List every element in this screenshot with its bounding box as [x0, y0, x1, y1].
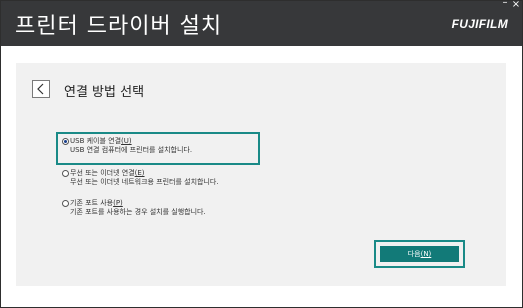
wireless-option-description: 무선 또는 이더넷 네트워크용 프린터를 설치합니다. [70, 178, 219, 186]
window-title: 프린터 드라이버 설치 [15, 14, 223, 39]
option-wireless-ethernet[interactable]: 무선 또는 이더넷 연결(E) 무선 또는 이더넷 네트워크용 프린터를 설치합… [60, 169, 254, 187]
chevron-left-icon [37, 83, 44, 95]
port-radio-button[interactable] [62, 200, 69, 207]
next-button-shortcut: (N) [420, 250, 432, 258]
usb-option-description: USB 연결 컴퓨터에 프린터를 설치합니다. [70, 146, 193, 154]
option-usb-label-line[interactable]: USB 케이블 연결(U) [58, 137, 258, 146]
back-button[interactable] [32, 80, 50, 98]
option-wireless-label-line[interactable]: 무선 또는 이더넷 연결(E) [60, 169, 254, 178]
wireless-radio-button[interactable] [62, 170, 69, 177]
installer-window: 프린터 드라이버 설치 FUJIFILM – × 연결 방법 선택 USB 케이… [0, 0, 523, 308]
title-bar: 프린터 드라이버 설치 FUJIFILM – × [1, 1, 522, 46]
wireless-option-label: 무선 또는 이더넷 연결 [70, 169, 135, 177]
option-port-label-line[interactable]: 기존 포트 사용(P) [60, 199, 254, 208]
usb-option-shortcut: (U) [121, 137, 132, 145]
content-panel: 연결 방법 선택 USB 케이블 연결(U) USB 연결 컴퓨터에 프린터를 … [16, 63, 506, 286]
fujifilm-logo: FUJIFILM [451, 17, 508, 31]
port-option-shortcut: (P) [113, 199, 123, 207]
wireless-option-shortcut: (E) [134, 169, 145, 177]
port-option-label: 기존 포트 사용 [70, 199, 114, 207]
port-option-description: 기존 포트를 사용하는 경우 설치를 실행합니다. [70, 208, 206, 216]
minimize-button[interactable]: – [500, 1, 510, 8]
usb-radio-button[interactable] [62, 138, 69, 145]
next-button-label: 다음 [407, 250, 421, 258]
next-button[interactable]: 다음(N) [380, 246, 459, 262]
option-existing-port[interactable]: 기존 포트 사용(P) 기존 포트를 사용하는 경우 설치를 실행합니다. [60, 199, 254, 217]
option-usb-connection[interactable]: USB 케이블 연결(U) USB 연결 컴퓨터에 프린터를 설치합니다. [56, 132, 260, 165]
close-button[interactable]: × [511, 1, 521, 10]
page-title: 연결 방법 선택 [64, 85, 145, 100]
usb-option-label: USB 케이블 연결 [70, 137, 122, 145]
